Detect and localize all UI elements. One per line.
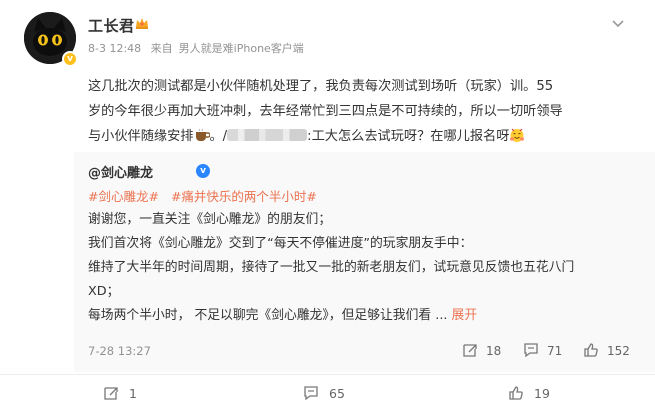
divider	[0, 374, 655, 375]
count: 71	[547, 344, 563, 358]
count: 18	[486, 344, 502, 358]
comment-icon	[304, 386, 318, 401]
count: 152	[607, 344, 630, 358]
hugging-face-emoji-icon	[510, 128, 525, 142]
comment-button[interactable]: 65	[303, 385, 345, 401]
repost-button[interactable]: 1	[103, 385, 137, 401]
count: 1	[129, 386, 137, 401]
count: 19	[534, 386, 550, 401]
crown-icon[interactable]	[134, 15, 150, 31]
weibo-post-card: v 工长君 8-3 12:48 来自 男人就是难iPhone客户端 这几批次的测试…	[0, 0, 655, 419]
repost-author[interactable]: @剑心雕龙	[88, 162, 153, 181]
repost-comment-count[interactable]: 71	[523, 342, 562, 358]
repost-line: XD；	[88, 284, 120, 299]
post-line-part: 与小伙伴随缘安排	[88, 129, 194, 144]
verified-blue-icon: v	[196, 164, 210, 178]
hashtag-link[interactable]: #痛并快乐的两个半小时#	[171, 189, 317, 204]
repost-repost-count[interactable]: 18	[462, 342, 501, 358]
repost-box[interactable]: @剑心雕龙 v #剑心雕龙# #痛并快乐的两个半小时# 谢谢您，一直关注《剑心雕…	[74, 152, 655, 372]
repost-time[interactable]: 7-28 13:27	[88, 344, 151, 358]
repost-icon	[463, 344, 477, 357]
comment-icon	[524, 343, 538, 358]
verified-badge-icon: v	[62, 51, 78, 67]
repost-line-part: 每场两个半小时， 不足以聊完《剑心雕龙》，但足够让我们看	[88, 308, 432, 323]
post-source[interactable]: 男人就是难iPhone客户端	[179, 42, 304, 55]
repost-line: 维持了大半年的时间周期，接待了一批又一批的新老朋友们，试玩意见反馈也五花八门	[88, 260, 575, 275]
thumb-up-icon	[509, 386, 523, 400]
repost-tags: #剑心雕龙# #痛并快乐的两个半小时#	[88, 186, 325, 205]
repost-line: 每场两个半小时， 不足以聊完《剑心雕龙》，但足够让我们看 ... 展开	[88, 304, 643, 328]
post-line: 岁的今年很少再加大班冲刺，去年经常忙到三四点是不可持续的，所以一切听领导	[88, 104, 563, 119]
post-line: 这几批次的测试都是小伙伴随机处理了，我负责每次测试到场听（玩家）训。55	[88, 79, 554, 94]
source-prefix: 来自	[150, 42, 173, 55]
hashtag-link[interactable]: #剑心雕龙#	[88, 189, 159, 204]
repost-line: 谢谢您，一直关注《剑心雕龙》的朋友们；	[88, 212, 332, 227]
blurred-username	[227, 129, 308, 141]
post-meta: 8-3 12:48 来自 男人就是难iPhone客户端	[88, 40, 310, 56]
chevron-down-icon[interactable]	[610, 18, 626, 30]
post-line: 与小伙伴随缘安排 。/ :工大怎么去试玩呀？在哪儿报名呀	[88, 124, 636, 149]
count: 65	[329, 386, 345, 401]
post-line-part: 。/	[209, 129, 228, 144]
author-name[interactable]: 工长君	[88, 15, 135, 36]
ellipsis: ...	[431, 308, 452, 323]
like-button[interactable]: 19	[508, 385, 550, 401]
coffee-cup-icon	[195, 128, 210, 141]
post-text: 这几批次的测试都是小伙伴随机处理了，我负责每次测试到场听（玩家）训。55 岁的今…	[88, 74, 636, 149]
repost-line: 我们首次将《剑心雕龙》交到了“每天不停催进度”的玩家朋友手中：	[88, 236, 473, 251]
repost-text: 谢谢您，一直关注《剑心雕龙》的朋友们； 我们首次将《剑心雕龙》交到了“每天不停催…	[88, 208, 643, 328]
post-line-part: :工大怎么去试玩呀？在哪儿报名呀	[307, 129, 510, 144]
thumb-up-icon	[584, 343, 598, 357]
post-time[interactable]: 8-3 12:48	[88, 42, 141, 55]
repost-icon	[104, 387, 118, 400]
expand-link[interactable]: 展开	[452, 308, 478, 323]
repost-like-count[interactable]: 152	[583, 342, 630, 358]
